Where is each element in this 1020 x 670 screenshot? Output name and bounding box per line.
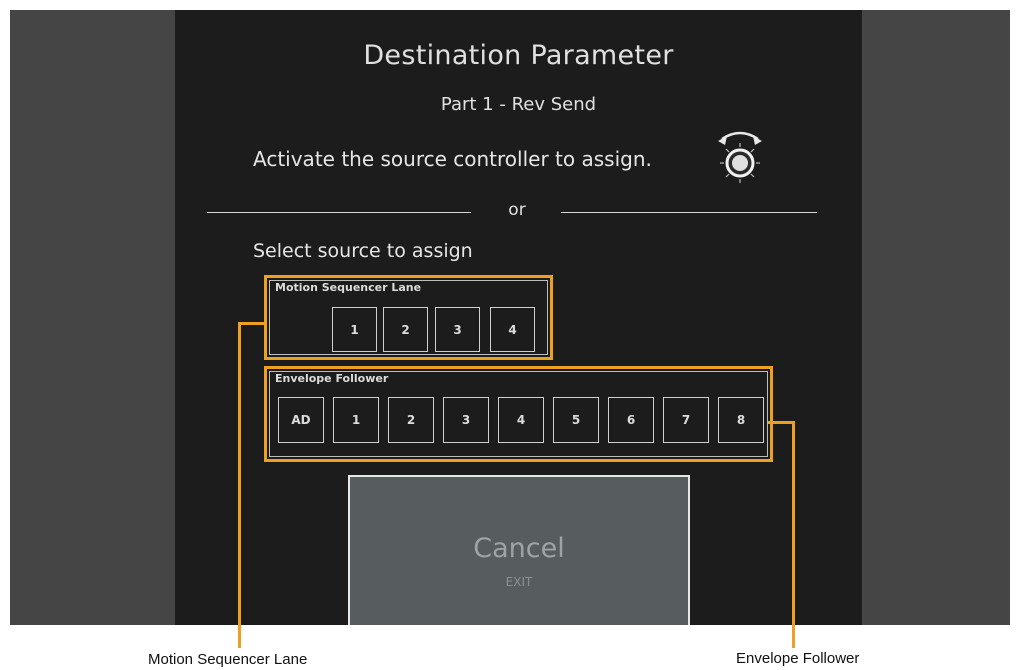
motion-sequencer-callout-vertical — [238, 322, 241, 648]
motion-sequencer-lane-label: Motion Sequencer Lane — [275, 281, 422, 294]
motion-seq-lane-button-3[interactable]: 3 — [435, 307, 480, 352]
divider-line-right — [561, 212, 817, 213]
envelope-follower-callout-vertical — [792, 421, 795, 648]
envelope-follower-button-8[interactable]: 8 — [718, 397, 764, 443]
motion-seq-lane-button-2[interactable]: 2 — [383, 307, 428, 352]
envelope-follower-button-7[interactable]: 7 — [663, 397, 709, 443]
rotary-knob-icon — [718, 131, 762, 183]
envelope-follower-button-6[interactable]: 6 — [608, 397, 654, 443]
right-panel — [862, 10, 1010, 625]
envelope-follower-button-5[interactable]: 5 — [553, 397, 599, 443]
motion-seq-lane-button-4[interactable]: 4 — [490, 307, 535, 352]
envelope-follower-label: Envelope Follower — [275, 372, 389, 385]
cancel-label: Cancel — [473, 533, 565, 564]
motion-seq-lane-button-1[interactable]: 1 — [332, 307, 377, 352]
destination-parameter-dialog: Destination Parameter Part 1 - Rev Send … — [175, 10, 862, 625]
or-label: or — [508, 200, 526, 220]
cancel-button[interactable]: Cancel EXIT — [348, 475, 690, 625]
envelope-follower-group: Envelope Follower AD 1 2 3 4 5 6 7 8 — [264, 366, 773, 462]
divider-line-left — [207, 212, 471, 213]
activate-instruction: Activate the source controller to assign… — [253, 147, 652, 171]
envelope-follower-button-1[interactable]: 1 — [333, 397, 379, 443]
left-panel — [10, 10, 175, 625]
exit-label: EXIT — [505, 575, 533, 589]
envelope-follower-button-ad[interactable]: AD — [278, 397, 324, 443]
envelope-follower-callout-label: Envelope Follower — [736, 650, 860, 667]
envelope-follower-button-2[interactable]: 2 — [388, 397, 434, 443]
envelope-follower-button-3[interactable]: 3 — [443, 397, 489, 443]
dialog-subtitle: Part 1 - Rev Send — [440, 94, 597, 115]
motion-sequencer-callout-horizontal — [238, 322, 265, 325]
envelope-follower-button-4[interactable]: 4 — [498, 397, 544, 443]
or-divider: or — [207, 200, 817, 222]
motion-sequencer-callout-label: Motion Sequencer Lane — [148, 651, 308, 668]
select-source-title: Select source to assign — [253, 240, 473, 262]
motion-sequencer-lane-group: Motion Sequencer Lane 1 2 3 4 — [264, 275, 553, 360]
envelope-follower-callout-horizontal — [768, 421, 795, 424]
dialog-title: Destination Parameter — [363, 40, 674, 71]
